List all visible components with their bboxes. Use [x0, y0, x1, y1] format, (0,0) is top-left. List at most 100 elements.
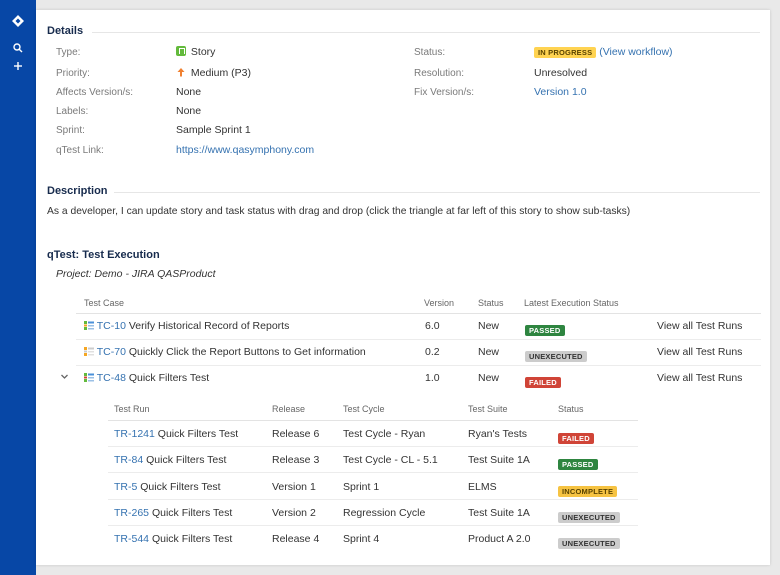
status-lozenge: UNEXECUTED [558, 538, 620, 549]
run-status: INCOMPLETE [558, 481, 618, 499]
test-case-name: Quick Filters Test [128, 372, 210, 384]
row-divider [108, 446, 638, 447]
test-run-cell: TR-265 Quick Filters Test [114, 507, 232, 519]
test-run-header: Test Run [114, 404, 150, 414]
priority-medium-icon [177, 68, 185, 77]
release-link[interactable]: Release 6 [272, 428, 319, 440]
status-header: Status [478, 298, 504, 308]
run-status: PASSED [558, 454, 598, 472]
status-value: IN PROGRESS (View workflow) [534, 46, 673, 58]
fix-version-link[interactable]: Version 1.0 [534, 86, 587, 98]
release-header: Release [272, 404, 306, 414]
priority-value: Medium (P3) [176, 67, 251, 79]
release-link[interactable]: Release 3 [272, 454, 319, 466]
run-status-header: Status [558, 404, 584, 414]
project-name: Project: Demo - JIRA QASProduct [56, 268, 216, 280]
description-heading: Description [47, 185, 108, 197]
test-case-row: TC-48 Quick Filters Test [84, 372, 209, 384]
priority-value-text: Medium (P3) [190, 67, 252, 79]
view-workflow-link[interactable]: (View workflow) [599, 46, 672, 58]
view-all-runs-link[interactable]: View all Test Runs [657, 320, 742, 332]
status-lozenge: INCOMPLETE [558, 486, 618, 497]
test-cycle-header: Test Cycle [343, 404, 385, 414]
status-lozenge: IN PROGRESS [534, 47, 597, 58]
row-divider [108, 499, 638, 500]
test-run-key[interactable]: TR-84 [114, 454, 143, 466]
test-case-name: Quickly Click the Report Buttons to Get … [128, 346, 366, 358]
latest-status: FAILED [525, 372, 561, 390]
test-run-name: Quick Filters Test [140, 481, 221, 493]
affects-value: None [176, 86, 202, 98]
test-cycle-link[interactable]: Test Cycle - Ryan [343, 428, 425, 440]
test-run-cell: TR-5 Quick Filters Test [114, 481, 221, 493]
labels-value: None [176, 105, 202, 117]
test-suite-link[interactable]: Test Suite 1A [468, 454, 530, 466]
test-suite-link[interactable]: Test Suite 1A [468, 507, 530, 519]
case-header-divider [76, 313, 761, 314]
test-case-key[interactable]: TC-10 [97, 320, 126, 332]
type-value-text: Story [190, 46, 216, 58]
test-suite-link[interactable]: ELMS [468, 481, 497, 493]
row-divider [76, 339, 761, 340]
test-case-status: New [478, 346, 500, 358]
release-link[interactable]: Version 1 [272, 481, 316, 493]
run-status: UNEXECUTED [558, 533, 620, 551]
test-cycle-link[interactable]: Sprint 1 [343, 481, 379, 493]
test-case-name: Verify Historical Record of Reports [128, 320, 290, 332]
release-link[interactable]: Release 4 [272, 533, 319, 545]
view-all-runs-link[interactable]: View all Test Runs [657, 372, 742, 384]
test-suite-link[interactable]: Ryan's Tests [468, 428, 527, 440]
test-run-name: Quick Filters Test [157, 428, 239, 440]
test-case-icon [84, 347, 94, 356]
test-case-row: TC-70 Quickly Click the Report Buttons t… [84, 346, 366, 358]
test-run-name: Quick Filters Test [151, 507, 233, 519]
test-cycle-link[interactable]: Test Cycle - CL - 5.1 [343, 454, 438, 466]
sprint-value: Sample Sprint 1 [176, 124, 251, 136]
row-divider [108, 472, 638, 473]
description-divider [114, 192, 760, 193]
status-lozenge: UNEXECUTED [525, 351, 587, 362]
status-label: Status: [414, 47, 446, 58]
fix-version-label: Fix Version/s: [414, 87, 475, 98]
plus-icon[interactable] [0, 58, 36, 76]
test-case-key[interactable]: TC-70 [97, 346, 126, 358]
test-cycle-link[interactable]: Sprint 4 [343, 533, 379, 545]
details-divider [92, 32, 760, 33]
latest-status-header: Latest Execution Status [524, 298, 619, 308]
status-lozenge: PASSED [525, 325, 565, 336]
test-run-name: Quick Filters Test [146, 454, 227, 466]
latest-status: UNEXECUTED [525, 346, 587, 364]
expand-chevron-icon[interactable] [60, 372, 69, 384]
test-cycle-link[interactable]: Regression Cycle [343, 507, 425, 519]
qtest-link[interactable]: https://www.qasymphony.com [176, 144, 314, 156]
test-run-key[interactable]: TR-5 [114, 481, 137, 493]
search-icon[interactable] [0, 40, 36, 58]
description-text: As a developer, I can update story and t… [47, 206, 631, 217]
run-header-divider [108, 420, 638, 421]
issue-panel: Details Type: Story Priority: Medium (P3… [36, 10, 770, 565]
app-sidebar [0, 0, 36, 575]
details-heading: Details [47, 25, 84, 37]
test-case-icon [84, 321, 94, 330]
jira-logo-icon[interactable] [0, 14, 36, 32]
view-all-runs-link[interactable]: View all Test Runs [657, 346, 742, 358]
priority-label: Priority: [56, 68, 90, 79]
test-suite-link[interactable]: Product A 2.0 [468, 533, 530, 545]
test-run-key[interactable]: TR-265 [114, 507, 149, 519]
test-case-key[interactable]: TC-48 [97, 372, 126, 384]
status-lozenge: FAILED [558, 433, 594, 444]
sprint-label: Sprint: [56, 125, 85, 136]
test-suite-header: Test Suite [468, 404, 508, 414]
version-header: Version [424, 298, 455, 308]
test-case-version: 1.0 [425, 372, 440, 384]
test-run-cell: TR-84 Quick Filters Test [114, 454, 226, 466]
story-icon [176, 46, 186, 56]
status-lozenge: UNEXECUTED [558, 512, 620, 523]
test-run-key[interactable]: TR-1241 [114, 428, 155, 440]
test-run-key[interactable]: TR-544 [114, 533, 149, 545]
release-link[interactable]: Version 2 [272, 507, 316, 519]
type-label: Type: [56, 47, 81, 58]
qtest-link-label: qTest Link: [56, 145, 104, 156]
row-divider [76, 365, 761, 366]
test-case-row: TC-10 Verify Historical Record of Report… [84, 320, 289, 332]
